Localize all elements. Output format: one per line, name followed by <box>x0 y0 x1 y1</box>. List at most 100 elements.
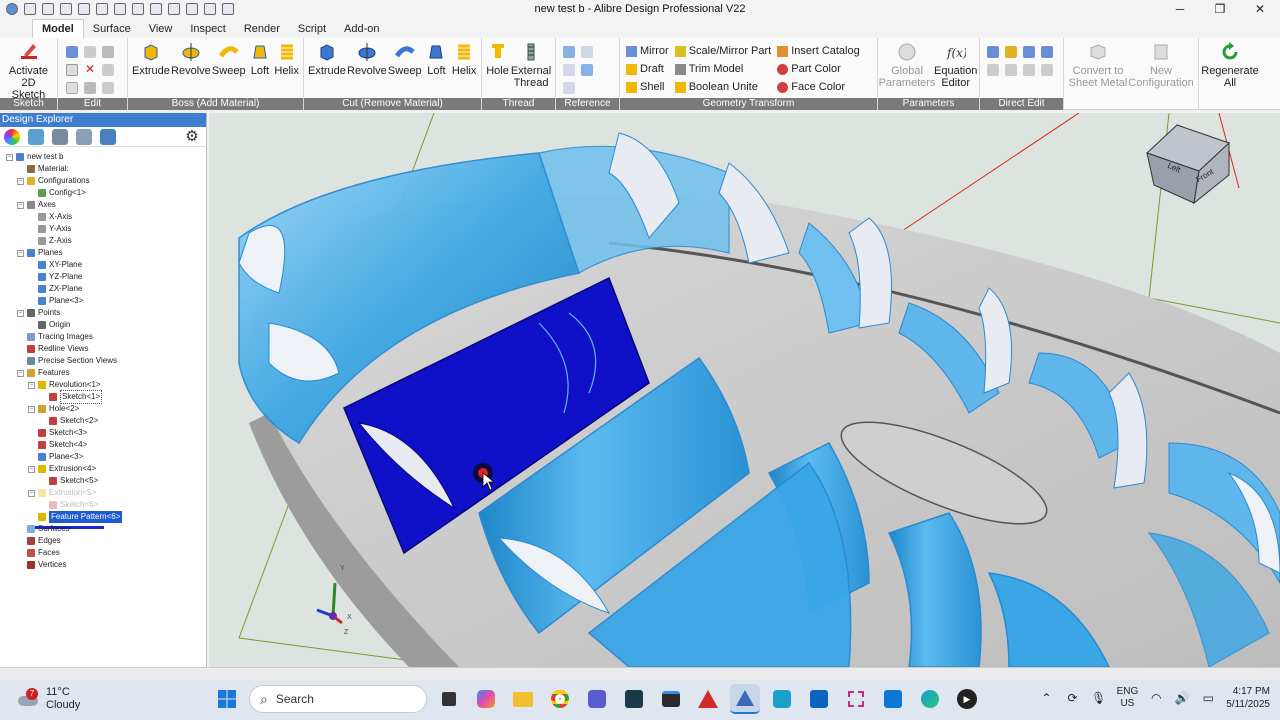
direct-edit-icon-5[interactable] <box>987 64 999 76</box>
new-configuration-button[interactable]: New Configuration <box>1128 42 1194 89</box>
tree-item[interactable]: Origin <box>0 319 206 331</box>
tree-item[interactable]: Precise Section Views <box>0 355 206 367</box>
delete-icon[interactable]: ✕ <box>84 63 96 76</box>
boss-loft-button[interactable]: Loft <box>248 42 273 77</box>
tree-expander-icon[interactable]: − <box>17 201 24 209</box>
tree-expander-icon[interactable]: − <box>17 369 24 377</box>
tab-inspect[interactable]: Inspect <box>181 20 234 38</box>
global-parameters-button[interactable]: Global Parameters <box>879 42 935 89</box>
outlook-icon[interactable] <box>804 684 834 714</box>
chrome-icon[interactable] <box>545 684 575 714</box>
tree-item[interactable]: − new test b <box>0 151 206 163</box>
regenerate-all-button[interactable]: Regenerate All <box>1201 42 1259 89</box>
minimize-button[interactable]: ─ <box>1160 0 1200 18</box>
cut-helix-button[interactable]: Helix <box>451 42 477 77</box>
cut-revolve-button[interactable]: Revolve <box>347 42 387 77</box>
tree-item[interactable]: Config<1> <box>0 187 206 199</box>
tree-item[interactable]: Tracing Images <box>0 331 206 343</box>
direct-edit-icon-6[interactable] <box>1005 64 1017 76</box>
print-icon[interactable] <box>96 3 108 15</box>
boss-extrude-button[interactable]: Extrude <box>132 42 170 77</box>
battery-icon[interactable]: ▭ <box>1200 690 1216 706</box>
app-red-icon[interactable] <box>693 684 723 714</box>
start-button[interactable] <box>212 684 242 714</box>
tab-view[interactable]: View <box>140 20 182 38</box>
outlook-new-icon[interactable] <box>878 684 908 714</box>
close-button[interactable]: ✕ <box>1240 0 1280 18</box>
tree-expander-icon[interactable]: − <box>28 405 35 413</box>
save-icon[interactable] <box>60 3 72 15</box>
part-color-button[interactable]: Part Color <box>777 62 859 76</box>
maximize-button[interactable]: ❐ <box>1200 0 1240 18</box>
language-indicator[interactable]: ENG US <box>1117 686 1139 710</box>
explorer-print-icon[interactable] <box>76 128 92 145</box>
hole-button[interactable]: Hole <box>486 42 509 77</box>
tree-item[interactable]: − Planes <box>0 247 206 259</box>
open-icon[interactable] <box>42 3 54 15</box>
tree-item[interactable]: − Extrusion<4> <box>0 463 206 475</box>
repeat-icon[interactable] <box>102 82 114 94</box>
tree-expander-icon[interactable]: − <box>28 381 35 389</box>
paste-icon[interactable] <box>150 3 162 15</box>
boss-revolve-button[interactable]: Revolve <box>171 42 211 77</box>
tree-item[interactable]: Vertices <box>0 559 206 571</box>
tree-filter-icon[interactable] <box>28 128 44 145</box>
undo-icon[interactable] <box>168 3 180 15</box>
weather-widget[interactable]: 7 11°C Cloudy <box>18 686 80 712</box>
insert-catalog-button[interactable]: Insert Catalog <box>777 44 860 58</box>
undo-edit-icon[interactable] <box>84 46 96 58</box>
tree-item[interactable]: − Revolution<1> <box>0 379 206 391</box>
external-thread-button[interactable]: External Thread <box>511 42 551 89</box>
offset-face-icon[interactable] <box>1005 46 1017 58</box>
pointer-icon[interactable] <box>66 46 78 58</box>
tab-surface[interactable]: Surface <box>84 20 140 38</box>
mirror-button[interactable]: Mirror <box>626 44 669 58</box>
file-explorer-icon[interactable] <box>508 684 538 714</box>
copy-icon[interactable] <box>132 3 144 15</box>
tree-item[interactable]: Sketch<4> <box>0 439 206 451</box>
cut-sweep-button[interactable]: Sweep <box>388 42 422 77</box>
clock[interactable]: 4:17 PM 5/11/2025 <box>1226 685 1270 711</box>
tree-item[interactable]: − Axes <box>0 199 206 211</box>
tab-model[interactable]: Model <box>32 19 84 38</box>
tree-item[interactable]: Sketch<5> <box>0 475 206 487</box>
snipping-tool-icon[interactable] <box>841 684 871 714</box>
trim-model-button[interactable]: Trim Model <box>674 62 772 76</box>
activate-2d-sketch-button[interactable]: Activate 2D Sketch <box>4 42 53 101</box>
tree-item[interactable]: Y-Axis <box>0 223 206 235</box>
tree-item[interactable]: Feature Pattern<6> <box>0 511 206 523</box>
tree-item[interactable]: − Points <box>0 307 206 319</box>
tree-item[interactable]: Material: <box>0 163 206 175</box>
media-player-icon[interactable]: ▶ <box>952 684 982 714</box>
tree-item[interactable]: − Configurations <box>0 175 206 187</box>
new-icon[interactable] <box>24 3 36 15</box>
tree-item[interactable]: Redline Views <box>0 343 206 355</box>
view-cube[interactable]: Left Front <box>1146 124 1230 205</box>
microphone-icon[interactable]: 🎙 <box>1091 690 1107 706</box>
tree-item[interactable]: Sketch<3> <box>0 427 206 439</box>
task-view-icon[interactable] <box>434 684 464 714</box>
chevron-up-icon[interactable]: ⌃ <box>1039 690 1055 706</box>
paste-edit-icon[interactable] <box>84 82 96 94</box>
color-wheel-icon[interactable] <box>4 128 20 145</box>
tree-item[interactable]: Plane<3> <box>0 451 206 463</box>
cut-extrude-button[interactable]: Extrude <box>308 42 346 77</box>
settings-gear-icon[interactable]: ⚙ <box>184 128 200 145</box>
edit-pencil-icon[interactable] <box>102 64 114 76</box>
ref-sketch-icon[interactable] <box>563 82 575 94</box>
face-color-button[interactable]: Face Color <box>777 80 859 94</box>
tree-expander-icon[interactable]: − <box>28 465 35 473</box>
tab-add-on[interactable]: Add-on <box>335 20 388 38</box>
ref-axis-icon[interactable] <box>581 46 593 58</box>
copilot-icon[interactable] <box>471 684 501 714</box>
equation-editor-button[interactable]: f(x) Equation Editor <box>934 42 977 89</box>
shell-button[interactable]: Shell <box>626 80 669 94</box>
tree-expander-icon[interactable]: − <box>6 153 13 161</box>
direct-edit-icon-8[interactable] <box>1041 64 1053 76</box>
draft-button[interactable]: Draft <box>626 62 669 76</box>
line-icon[interactable] <box>204 3 216 15</box>
tree-item[interactable]: YZ-Plane <box>0 271 206 283</box>
replace-face-icon[interactable] <box>1023 46 1035 58</box>
direct-edit-icon-7[interactable] <box>1023 64 1035 76</box>
edge-icon[interactable] <box>915 684 945 714</box>
